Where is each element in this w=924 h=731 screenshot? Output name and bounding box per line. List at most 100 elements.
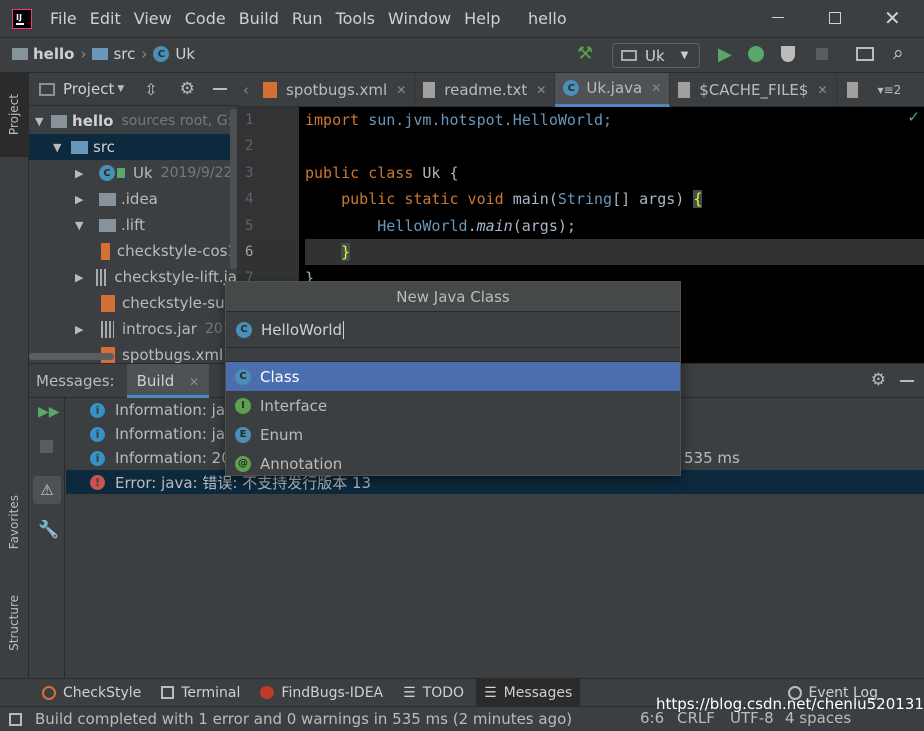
tree-label: .lift	[121, 216, 146, 234]
close-icon[interactable]: ✕	[884, 6, 901, 30]
tree-item-src[interactable]: ▼ src	[29, 134, 237, 160]
breadcrumb-uk[interactable]: Uk	[175, 45, 195, 63]
stop-icon[interactable]	[40, 440, 53, 453]
rerun-icon[interactable]: ▶▶	[38, 404, 60, 420]
collapse-all-icon[interactable]: ⇳	[144, 80, 157, 99]
menu-window[interactable]: Window	[388, 9, 451, 28]
line-number: 5	[245, 217, 254, 234]
project-view-title[interactable]: Project	[63, 80, 114, 98]
status-message[interactable]: Build completed with 1 error and 0 warni…	[35, 710, 572, 728]
code-content[interactable]: import sun.jvm.hotspot.HelloWorld; publi…	[305, 107, 924, 292]
inspection-ok-icon[interactable]: ✓	[907, 108, 920, 126]
class-icon: C	[99, 165, 115, 181]
gear-icon[interactable]: ⚙	[180, 79, 195, 99]
matched-brace: {	[693, 190, 703, 209]
tab-readme-txt[interactable]: readme.txt ✕	[415, 72, 556, 107]
tree-item-checkstyle-cos[interactable]: checkstyle-cos1	[29, 238, 237, 264]
hide-panel-icon[interactable]	[212, 88, 227, 90]
menu-edit[interactable]: Edit	[90, 9, 121, 28]
tool-messages[interactable]: ☰ Messages	[476, 678, 581, 707]
type-name: String	[557, 190, 613, 209]
runnable-icon	[117, 168, 125, 178]
navigation-bar: hello › src › C Uk ⚒ Uk ▼ ▶ ⌕	[0, 37, 924, 73]
dialog-title: New Java Class	[226, 282, 680, 312]
menu-file[interactable]: File	[50, 9, 77, 28]
tree-item-introcs[interactable]: ▶ introcs.jar 201	[29, 316, 237, 342]
status-toggle-icon[interactable]	[9, 712, 22, 726]
project-structure-icon[interactable]	[856, 47, 874, 61]
tool-terminal[interactable]: Terminal	[153, 679, 248, 707]
intellij-logo-icon[interactable]: IJ	[12, 9, 32, 29]
hide-panel-icon[interactable]	[900, 380, 914, 382]
minimize-icon[interactable]	[772, 17, 784, 18]
tab-uk-java[interactable]: C Uk.java ✕	[555, 72, 671, 107]
kind-enum[interactable]: E Enum	[226, 420, 680, 449]
editor-tabs: ‹ spotbugs.xml ✕ readme.txt ✕ C Uk.java …	[237, 72, 924, 107]
debug-bug-icon[interactable]	[748, 46, 764, 62]
run-icon[interactable]: ▶	[718, 44, 732, 65]
tool-checkstyle[interactable]: CheckStyle	[34, 679, 149, 707]
kind-annotation[interactable]: @ Annotation	[226, 449, 680, 478]
tool-findbugs[interactable]: FindBugs-IDEA	[252, 679, 391, 707]
tab-cache-file[interactable]: $CACHE_FILE$ ✕	[670, 72, 837, 107]
source-folder-icon	[71, 140, 88, 154]
structure-tool-label: Structure	[7, 595, 21, 651]
horizontal-scrollbar[interactable]	[29, 353, 114, 360]
annotation-icon: @	[235, 455, 251, 472]
coverage-shield-icon[interactable]	[781, 46, 795, 62]
gear-icon[interactable]: ⚙	[871, 370, 886, 390]
interface-icon: I	[235, 397, 251, 414]
tree-item-hello[interactable]: ▼ hello sources root, G:\	[29, 108, 237, 134]
tabs-scroll-left-icon[interactable]: ‹	[237, 81, 255, 99]
search-icon[interactable]: ⌕	[893, 42, 904, 64]
tree-item-uk[interactable]: ▶ C Uk 2019/9/22	[29, 160, 237, 186]
menu-code[interactable]: Code	[185, 9, 226, 28]
structure-tool-tab[interactable]: Structure	[0, 578, 28, 668]
run-config-select[interactable]: Uk ▼	[612, 43, 700, 68]
tool-label: FindBugs-IDEA	[281, 684, 384, 701]
menu-tools[interactable]: Tools	[336, 9, 375, 28]
breadcrumb-src[interactable]: src	[113, 45, 135, 63]
close-tab-icon[interactable]: ✕	[651, 81, 661, 95]
favorites-tool-tab[interactable]: Favorites	[0, 477, 28, 567]
menu-run[interactable]: Run	[292, 9, 323, 28]
menu-view[interactable]: View	[134, 9, 172, 28]
kind-class[interactable]: C Class	[226, 362, 680, 391]
chevron-down-icon[interactable]: ▼	[117, 84, 124, 94]
tab-build[interactable]: Build ✕	[126, 363, 210, 398]
tree-item-lift[interactable]: ▼ .lift	[29, 212, 237, 238]
tab-overflow-button[interactable]: ▾≡2	[878, 83, 902, 97]
menu-build[interactable]: Build	[239, 9, 279, 28]
class-icon: C	[235, 368, 251, 385]
file-icon	[846, 81, 858, 98]
tree-item-checkstyle-sup[interactable]: checkstyle-sup	[29, 290, 237, 316]
stop-icon[interactable]	[816, 48, 828, 60]
tree-item-idea[interactable]: ▶ .idea	[29, 186, 237, 212]
close-tab-icon[interactable]: ✕	[396, 83, 406, 97]
breadcrumb-hello[interactable]: hello	[33, 45, 74, 63]
tool-todo[interactable]: ☰ TODO	[395, 679, 472, 707]
build-hammer-icon[interactable]: ⚒	[577, 43, 593, 64]
tab-spotbugs-xml[interactable]: spotbugs.xml ✕	[255, 72, 416, 107]
vertical-scrollbar[interactable]	[230, 109, 237, 269]
close-tab-icon[interactable]: ✕	[189, 375, 199, 389]
messages-icon: ☰	[484, 684, 497, 701]
code-text: Uk {	[413, 163, 459, 182]
tree-item-checkstyle-lift[interactable]: ▶ checkstyle-lift.ja	[29, 264, 237, 290]
tool-label: TODO	[422, 684, 465, 701]
project-tool-tab[interactable]: Project	[0, 73, 28, 157]
module-folder-icon	[51, 114, 68, 128]
maximize-icon[interactable]	[829, 12, 841, 24]
wrench-icon[interactable]: 🔧	[38, 520, 59, 540]
warning-filter-icon[interactable]: ⚠	[33, 476, 61, 504]
close-tab-icon[interactable]: ✕	[817, 83, 827, 97]
menu-help[interactable]: Help	[464, 9, 500, 28]
kind-interface[interactable]: I Interface	[226, 391, 680, 420]
code-line: public static void main(String[] args) {	[305, 186, 924, 212]
class-name-input[interactable]: HelloWorld	[261, 321, 342, 339]
folder-icon	[99, 192, 116, 206]
close-tab-icon[interactable]: ✕	[536, 83, 546, 97]
keyword: import	[305, 111, 360, 129]
class-name-field[interactable]: C HelloWorld	[226, 312, 680, 348]
